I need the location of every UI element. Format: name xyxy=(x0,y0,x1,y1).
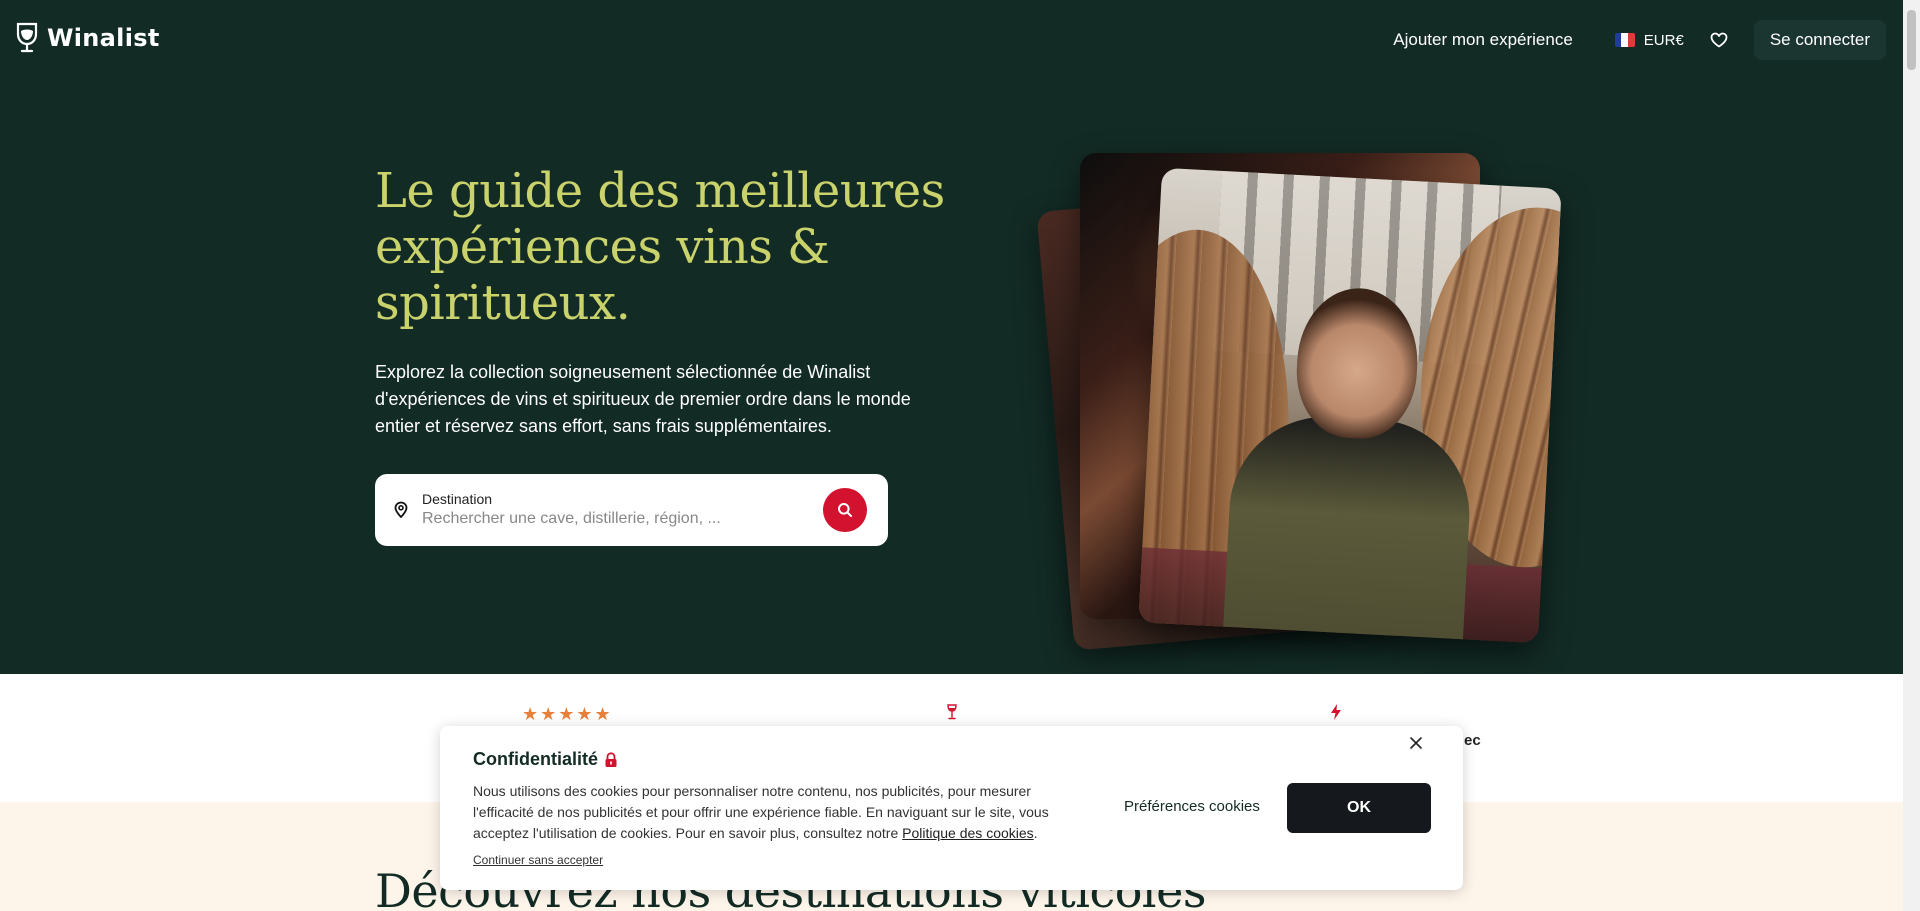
hero-photo-front xyxy=(1138,167,1562,644)
login-button[interactable]: Se connecter xyxy=(1753,20,1886,60)
search-icon xyxy=(838,503,852,517)
bolt-icon xyxy=(1331,704,1341,720)
winalist-logo[interactable]: Winalist xyxy=(15,22,160,54)
winalist-logo-icon xyxy=(16,22,38,53)
location-pin-icon xyxy=(394,501,408,519)
cookie-policy-link[interactable]: Politique des cookies xyxy=(902,825,1034,841)
hero-section: Le guide des meilleures expériences vins… xyxy=(0,80,1903,674)
site-header: Winalist Ajouter mon expérience EUR€ Se … xyxy=(0,0,1903,80)
rating-stars: ★★★★★ xyxy=(522,704,613,724)
cookie-preferences-button[interactable]: Préférences cookies xyxy=(1124,798,1260,815)
france-flag-icon xyxy=(1614,33,1635,47)
page: Winalist Ajouter mon expérience EUR€ Se … xyxy=(0,0,1920,911)
hero-subtitle: Explorez la collection soigneusement sél… xyxy=(375,362,911,436)
close-icon[interactable] xyxy=(1408,735,1424,751)
wine-glass-icon xyxy=(947,704,957,720)
favorites-button[interactable] xyxy=(1708,29,1730,51)
add-experience-link[interactable]: Ajouter mon expérience xyxy=(1393,30,1573,50)
cookie-ok-button[interactable]: OK xyxy=(1287,783,1431,833)
currency-label: EUR€ xyxy=(1643,31,1684,49)
lock-icon xyxy=(605,751,617,767)
photo-detail xyxy=(1221,411,1475,644)
destination-search: Destination xyxy=(375,474,888,546)
cookie-title: Confidentialité xyxy=(473,749,618,770)
cookie-text: Nous utilisons des cookies pour personna… xyxy=(473,781,1093,844)
feature-text-fragment: ec xyxy=(1464,732,1481,749)
cookie-text-end: . xyxy=(1033,825,1038,841)
cookie-banner: Confidentialité Nous utilisons des cooki… xyxy=(440,726,1463,890)
cookie-title-text: Confidentialité xyxy=(473,749,598,769)
continue-without-accepting-link[interactable]: Continuer sans accepter xyxy=(473,853,603,867)
logo-text: Winalist xyxy=(47,24,160,52)
search-input[interactable] xyxy=(422,510,812,528)
page-scrollbar[interactable] xyxy=(1903,0,1920,911)
currency-selector[interactable]: EUR€ xyxy=(1614,31,1684,49)
search-label: Destination xyxy=(422,491,493,507)
hero-title: Le guide des meilleures expériences vins… xyxy=(375,163,945,331)
scrollbar-thumb[interactable] xyxy=(1907,10,1916,70)
search-button[interactable] xyxy=(823,488,867,532)
heart-icon xyxy=(1710,32,1728,48)
header-nav: Ajouter mon expérience EUR€ Se connecter xyxy=(1393,20,1886,60)
